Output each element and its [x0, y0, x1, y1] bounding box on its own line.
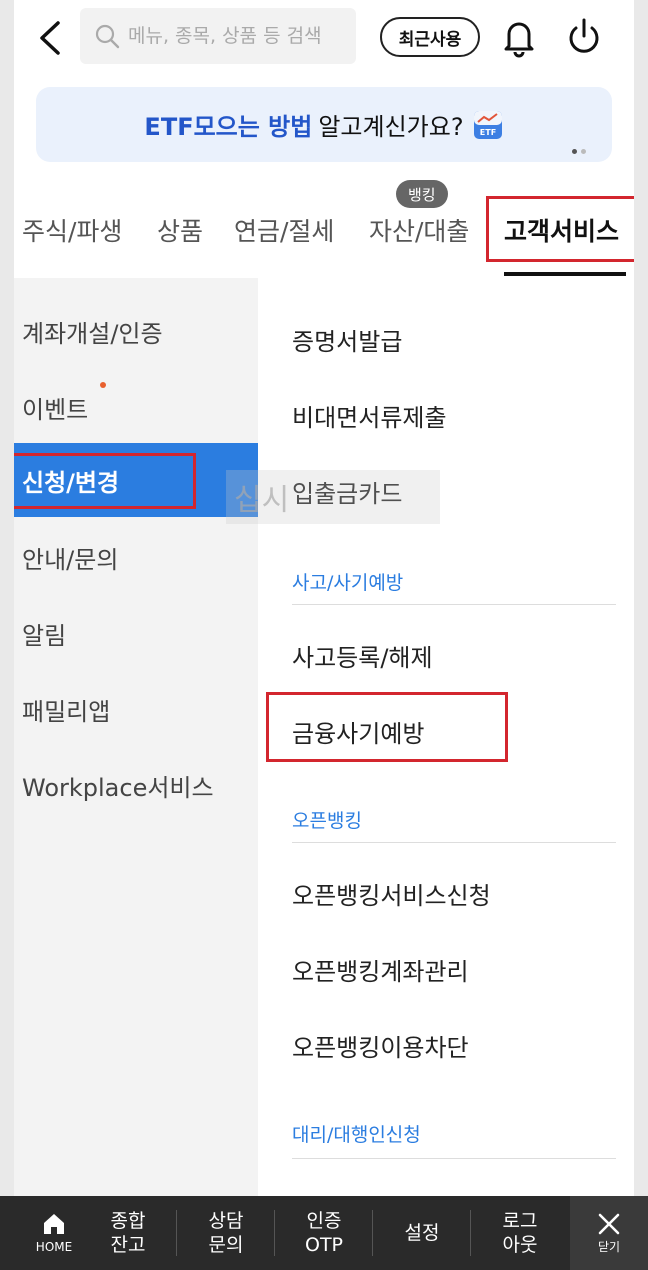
section-title-agent: 대리/대행인신청	[292, 1124, 421, 1146]
close-label: 닫기	[597, 1240, 621, 1254]
balance-label-1: 종합	[110, 1210, 146, 1232]
banking-badge: 뱅킹	[396, 180, 448, 208]
divider	[292, 604, 616, 605]
menu-item-accident-register[interactable]: 사고등록/해제	[292, 638, 433, 673]
tab-pension-tax[interactable]: 연금/절세	[234, 212, 334, 248]
back-button[interactable]	[36, 20, 66, 56]
balance-button[interactable]: 종합 잔고	[80, 1196, 176, 1270]
left-nav: 계좌개설/인증 이벤트 신청/변경 안내/문의 알림 패밀리앱 Workplac…	[14, 278, 258, 1196]
highlight-box-nav	[14, 453, 196, 509]
chevron-left-icon	[40, 21, 60, 55]
highlight-box-tab	[486, 196, 634, 262]
nav-item-event[interactable]: 이벤트	[22, 390, 88, 425]
app-frame: 최근사용 ETF모으는 방법 알고계신가요? ETF 뱅킹	[14, 0, 634, 1270]
menu-item-document-submit[interactable]: 비대면서류제출	[292, 398, 447, 433]
divider	[372, 1210, 373, 1256]
menu-item-certificate[interactable]: 증명서발급	[292, 322, 402, 357]
consult-button[interactable]: 상담 문의	[178, 1196, 274, 1270]
logout-button[interactable]: 로그 아웃	[472, 1196, 568, 1270]
home-label: HOME	[35, 1240, 73, 1254]
highlight-box-fraud	[266, 692, 508, 762]
etf-banner[interactable]: ETF모으는 방법 알고계신가요? ETF	[36, 87, 612, 162]
menu-item-openbanking-block[interactable]: 오픈뱅킹이용차단	[292, 1028, 469, 1063]
etf-icon: ETF	[473, 110, 502, 139]
power-icon	[569, 18, 599, 53]
otp-label-1: 인증	[306, 1210, 342, 1232]
otp-label-2: OTP	[304, 1234, 344, 1256]
header: 최근사용	[14, 0, 634, 80]
logout-label-2: 아웃	[502, 1234, 538, 1256]
new-dot-indicator	[100, 382, 106, 388]
bell-icon	[504, 22, 534, 58]
nav-item-guide-inquiry[interactable]: 안내/문의	[22, 540, 118, 575]
divider	[274, 1210, 275, 1256]
balance-label-2: 잔고	[110, 1234, 146, 1256]
submenu-panel: 증명서발급 비대면서류제출 입출금카드 사고/사기예방 사고등록/해제 금융사기…	[258, 278, 634, 1196]
section-title-accident: 사고/사기예방	[292, 572, 404, 594]
consult-label-2: 문의	[208, 1234, 244, 1256]
etf-icon-text: ETF	[479, 128, 495, 137]
nav-item-family-app[interactable]: 패밀리앱	[22, 692, 110, 727]
search-icon	[95, 24, 120, 49]
search-input[interactable]	[128, 25, 348, 47]
tab-stocks-derivatives[interactable]: 주식/파생	[22, 212, 122, 248]
bottom-bar: HOME 종합 잔고 상담 문의 인증 OTP 설정 로그 아웃 닫기	[0, 1196, 648, 1270]
nav-item-alerts[interactable]: 알림	[22, 616, 66, 651]
nav-item-workplace[interactable]: Workplace서비스	[22, 768, 214, 803]
category-tabs: 뱅킹 주식/파생 상품 연금/절세 자산/대출 고객서비스	[14, 168, 634, 278]
divider	[470, 1210, 471, 1256]
divider	[292, 842, 616, 843]
menu-item-openbanking-apply[interactable]: 오픈뱅킹서비스신청	[292, 876, 491, 911]
notification-button[interactable]	[500, 16, 538, 58]
nav-item-account-open[interactable]: 계좌개설/인증	[22, 314, 163, 349]
search-box[interactable]	[80, 8, 356, 64]
active-tab-indicator	[504, 272, 626, 276]
home-icon	[44, 1214, 64, 1234]
close-icon	[598, 1213, 620, 1235]
section-title-openbanking: 오픈뱅킹	[292, 810, 362, 832]
otp-button[interactable]: 인증 OTP	[276, 1196, 372, 1270]
banner-text: 알고계신가요?	[318, 113, 464, 141]
tab-assets-loans[interactable]: 자산/대출	[369, 212, 469, 248]
logout-label-1: 로그	[502, 1210, 538, 1232]
tab-products[interactable]: 상품	[157, 212, 203, 248]
recent-used-button[interactable]: 최근사용	[380, 17, 480, 57]
close-button[interactable]: 닫기	[570, 1196, 648, 1270]
divider	[292, 1158, 616, 1159]
settings-label: 설정	[404, 1222, 440, 1244]
banner-pager	[572, 149, 586, 154]
consult-label-1: 상담	[208, 1210, 244, 1232]
settings-button[interactable]: 설정	[374, 1196, 470, 1270]
menu-item-openbanking-accounts[interactable]: 오픈뱅킹계좌관리	[292, 952, 469, 987]
divider	[176, 1210, 177, 1256]
ghost-overlay: 십시	[226, 470, 440, 524]
banner-highlight: ETF모으는 방법	[144, 113, 313, 141]
power-button[interactable]	[564, 16, 604, 58]
